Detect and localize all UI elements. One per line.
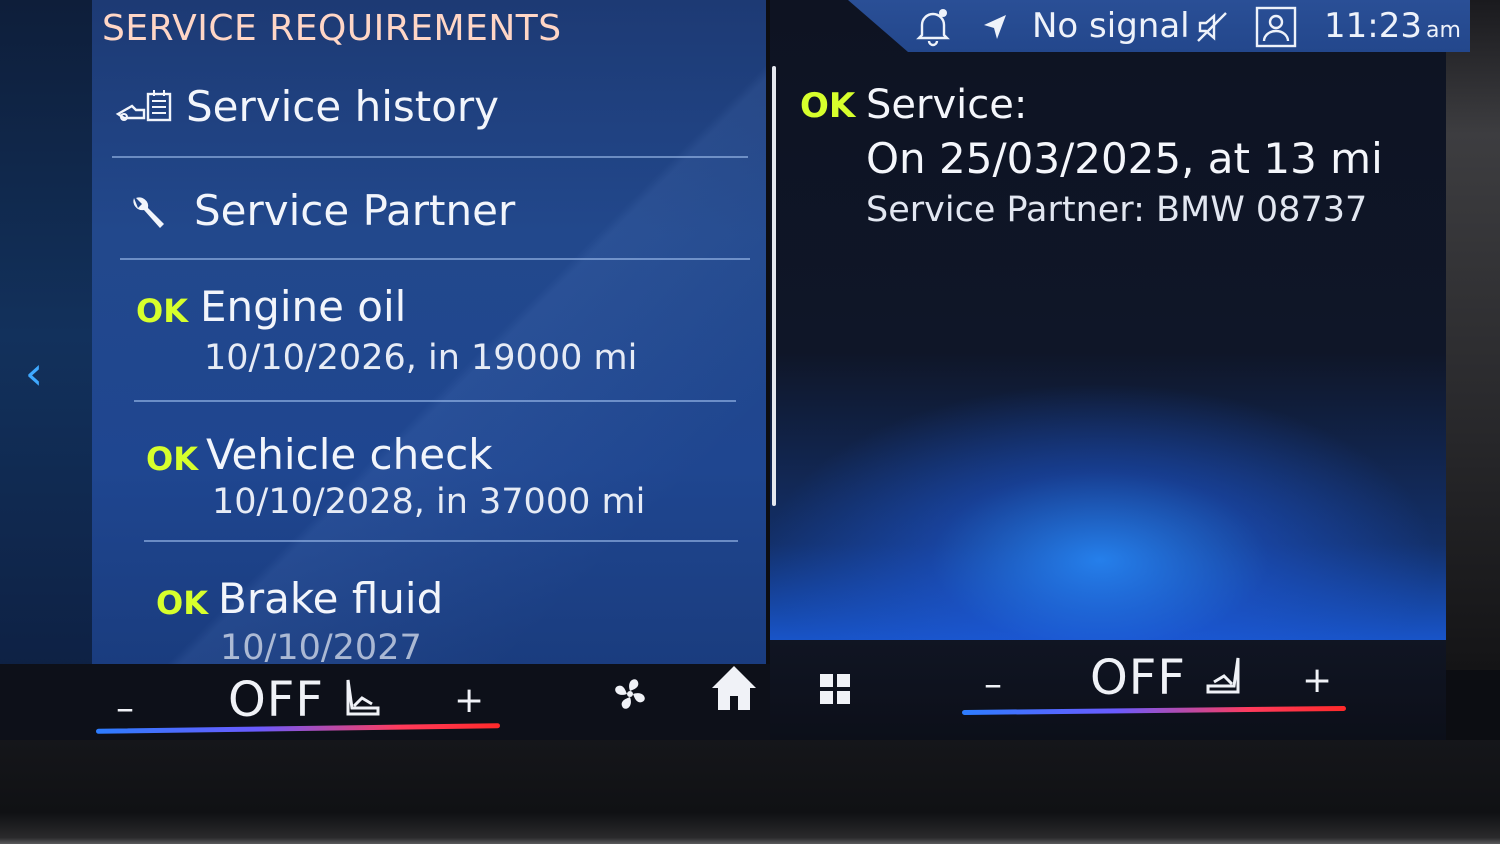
navigation-arrow-icon bbox=[980, 4, 1010, 48]
notification-bell-icon[interactable] bbox=[916, 4, 950, 48]
time-ampm: am bbox=[1425, 18, 1461, 43]
right-temp-plus-button[interactable]: + bbox=[1302, 660, 1332, 701]
menu-item-service-history[interactable]: Service history bbox=[112, 76, 748, 158]
service-requirements-panel: SERVICE REQUIREMENTS Service history Ser… bbox=[92, 0, 766, 670]
list-item-engine-oil[interactable]: OK Engine oil 10/10/2026, in 19000 mi bbox=[134, 280, 736, 402]
bezel-bottom bbox=[0, 740, 1500, 844]
right-temp-minus-button[interactable]: – bbox=[984, 664, 1002, 705]
status-badge: OK bbox=[136, 292, 188, 330]
left-seat-heat-label: OFF bbox=[228, 672, 324, 728]
signal-status: No signal bbox=[1032, 6, 1190, 46]
right-seat-heat-label: OFF bbox=[1090, 650, 1186, 706]
seat-heat-icon bbox=[346, 679, 380, 716]
list-item-vehicle-check[interactable]: OK Vehicle check 10/10/2028, in 37000 mi bbox=[144, 428, 738, 542]
home-icon[interactable] bbox=[708, 662, 760, 718]
item-title: Engine oil bbox=[200, 282, 407, 331]
list-item-brake-fluid[interactable]: OK Brake fluid 10/10/2027 bbox=[154, 570, 734, 670]
status-badge: OK bbox=[800, 86, 856, 126]
fan-icon[interactable] bbox=[610, 674, 650, 718]
left-temp-minus-button[interactable]: – bbox=[116, 688, 134, 729]
time: 11:23 bbox=[1324, 6, 1422, 46]
scrollbar[interactable] bbox=[772, 66, 776, 506]
detail-date: On 25/03/2025, at 13 mi bbox=[866, 134, 1383, 183]
item-title: Brake fluid bbox=[218, 574, 444, 623]
bezel-right bbox=[1446, 0, 1500, 670]
item-detail: 10/10/2026, in 19000 mi bbox=[204, 338, 638, 378]
side-strip bbox=[0, 0, 92, 670]
seat-heat-icon bbox=[1206, 657, 1240, 694]
status-badge: OK bbox=[146, 440, 198, 478]
menu-label-service-partner: Service Partner bbox=[194, 186, 516, 235]
menu-item-service-partner[interactable]: Service Partner bbox=[120, 180, 750, 260]
clock: 11:23 am bbox=[1324, 4, 1461, 48]
right-seat-heat-value[interactable]: OFF bbox=[1090, 650, 1246, 706]
page-title: SERVICE REQUIREMENTS bbox=[102, 8, 562, 49]
apps-grid-icon[interactable] bbox=[818, 672, 852, 710]
detail-title: Service: bbox=[866, 82, 1028, 128]
item-detail: 10/10/2027 bbox=[220, 628, 422, 668]
item-detail: 10/10/2028, in 37000 mi bbox=[212, 482, 646, 522]
mute-icon[interactable] bbox=[1194, 4, 1230, 48]
item-title: Vehicle check bbox=[206, 430, 493, 479]
left-seat-heat-value[interactable]: OFF bbox=[228, 672, 384, 728]
profile-icon[interactable] bbox=[1254, 4, 1298, 48]
menu-label-service-history: Service history bbox=[186, 82, 500, 131]
service-history-icon bbox=[114, 88, 174, 132]
back-chevron-icon[interactable]: ‹ bbox=[14, 345, 54, 401]
left-temp-plus-button[interactable]: + bbox=[454, 680, 484, 721]
detail-partner: Service Partner: BMW 08737 bbox=[866, 190, 1368, 230]
status-badge: OK bbox=[156, 584, 208, 622]
wrench-icon bbox=[126, 192, 186, 236]
